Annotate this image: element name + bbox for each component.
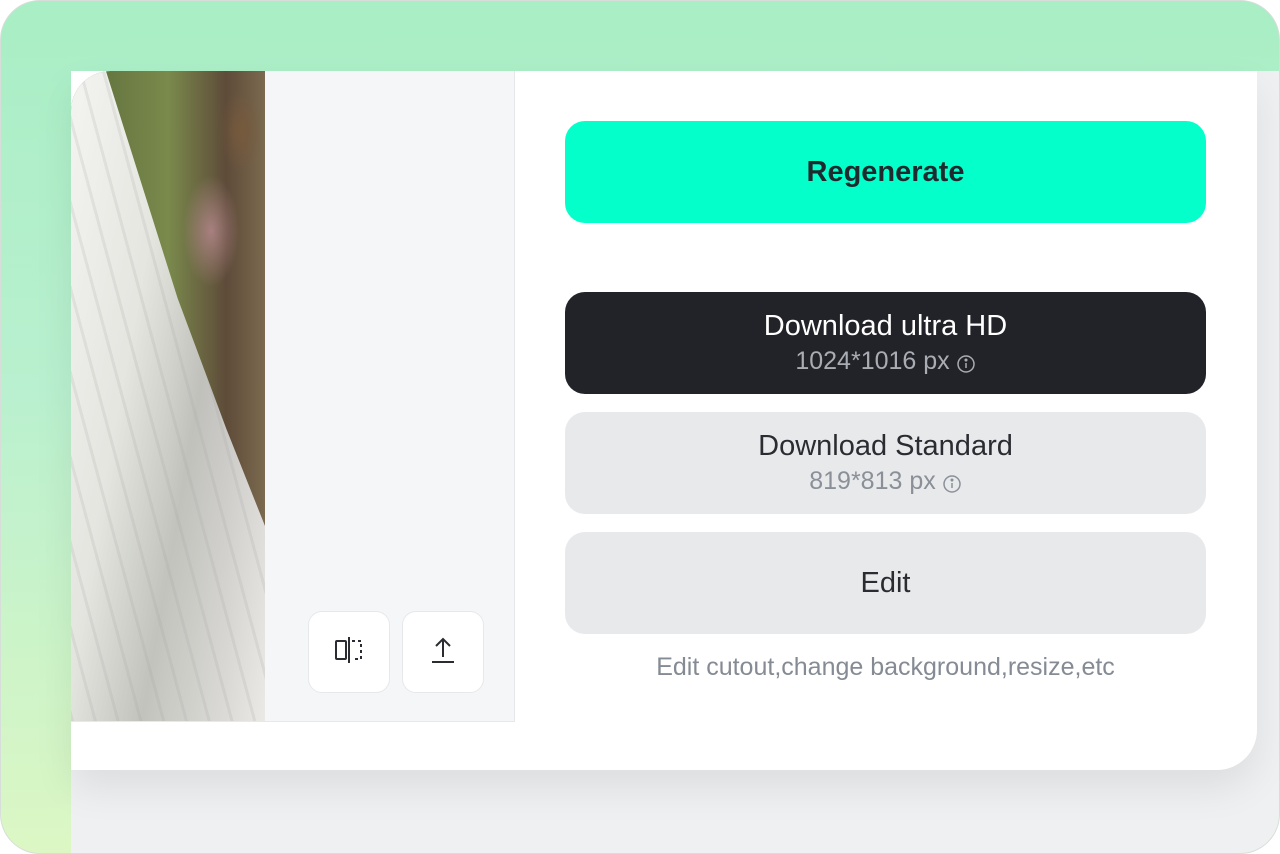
download-hd-size-row: 1024*1016 px [795, 347, 975, 376]
regenerate-label: Regenerate [806, 155, 965, 188]
regenerate-button[interactable]: Regenerate [565, 121, 1206, 223]
download-hd-label: Download ultra HD [763, 310, 1008, 342]
edit-hint: Edit cutout,change background,resize,etc [656, 653, 1115, 681]
download-standard-label: Download Standard [758, 430, 1013, 462]
download-hd-size: 1024*1016 px [795, 347, 950, 375]
compare-button[interactable] [308, 611, 390, 693]
image-preview [71, 71, 515, 722]
app-frame: Regenerate Download ultra HD 1024*1016 p… [0, 0, 1280, 854]
info-icon[interactable] [942, 472, 962, 493]
split-compare-icon [332, 633, 366, 672]
download-standard-button[interactable]: Download Standard 819*813 px [565, 412, 1206, 514]
info-icon[interactable] [956, 352, 976, 373]
download-standard-size: 819*813 px [809, 467, 936, 495]
upload-icon [426, 633, 460, 672]
edit-button[interactable]: Edit [565, 532, 1206, 634]
upload-button[interactable] [402, 611, 484, 693]
download-standard-size-row: 819*813 px [809, 467, 962, 496]
edit-label: Edit [860, 566, 911, 599]
download-ultra-hd-button[interactable]: Download ultra HD 1024*1016 px [565, 292, 1206, 394]
